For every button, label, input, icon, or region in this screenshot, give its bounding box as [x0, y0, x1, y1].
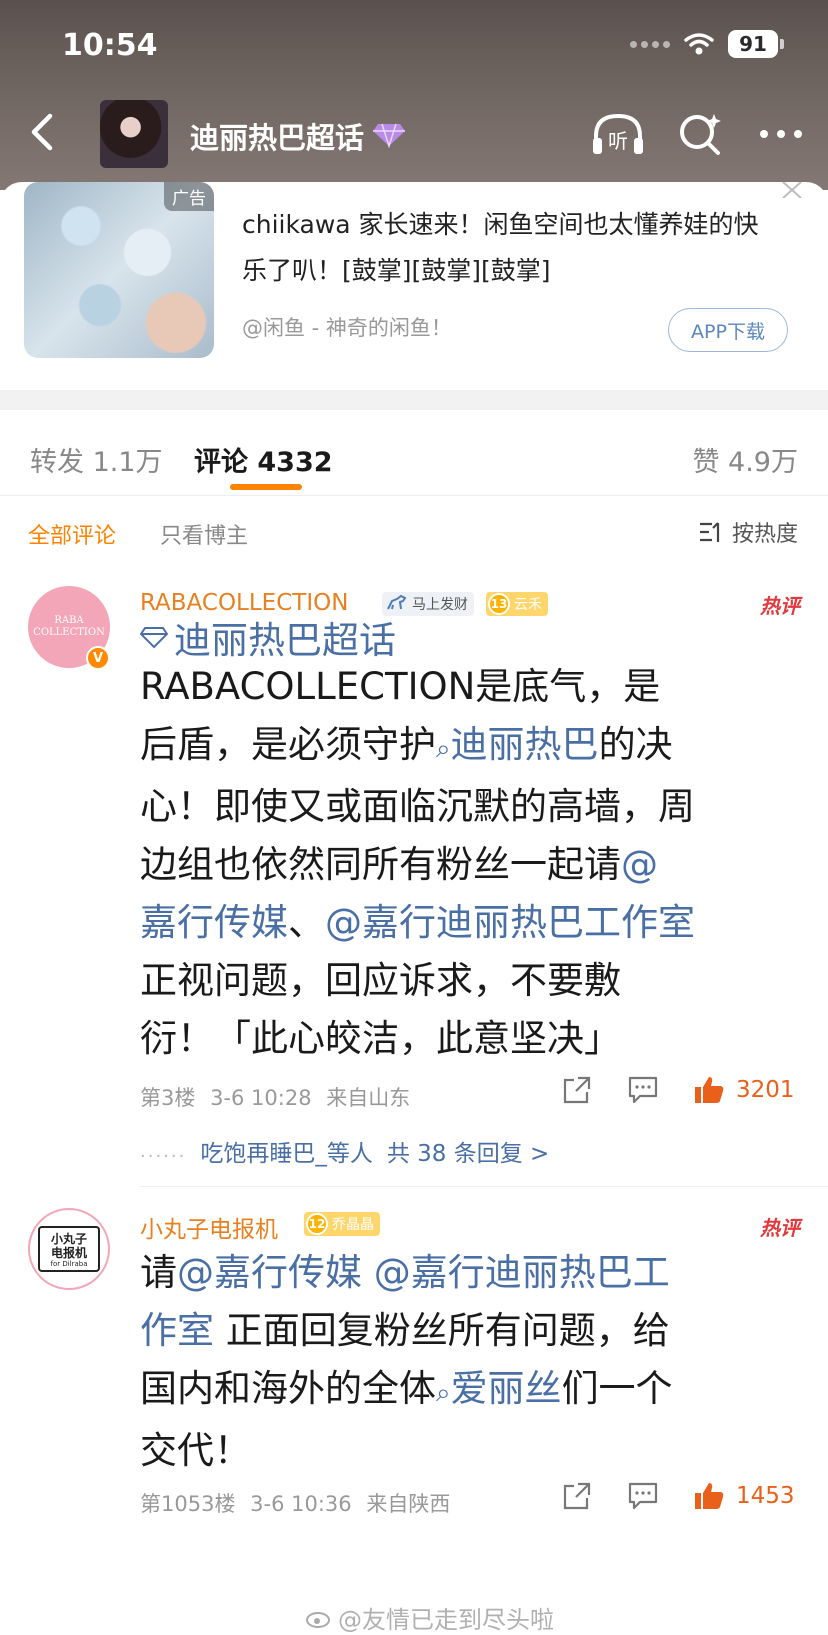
wifi-icon — [684, 33, 714, 55]
battery-indicator: 91 — [728, 30, 778, 58]
ad-card[interactable]: 广告 chiikawa 家长速来！闲鱼空间也太懂养娃的快乐了叭！[鼓掌][鼓掌]… — [0, 182, 828, 390]
top-header: 10:54 91 迪丽热巴超话 听 — [0, 0, 828, 190]
comment-divider — [140, 1186, 828, 1187]
share-icon[interactable] — [560, 1480, 594, 1512]
replies-summary[interactable]: ...... 吃饱再睡巴_等人 共 38 条回复 > — [140, 1134, 549, 1168]
verified-badge-icon: V — [86, 646, 110, 670]
sort-label: 按热度 — [731, 522, 798, 547]
listen-headphones-icon[interactable]: 听 — [590, 110, 646, 160]
weibo-logo-icon — [306, 1611, 330, 1628]
diamond-icon — [373, 123, 405, 148]
like-thumb-icon[interactable] — [692, 1480, 726, 1512]
hot-comment-tag: 热评 — [760, 594, 800, 618]
comment-body: 请@嘉行传媒 @嘉行迪丽热巴工 作室 正面回复粉丝所有问题，给 国内和海外的全体… — [140, 1251, 673, 1472]
mention-link[interactable]: 迪丽热巴 — [451, 723, 599, 766]
commenter-name[interactable]: 小丸子电报机 — [140, 1210, 278, 1244]
comment-body: RABACOLLECTION是底气，是 后盾，是必须守护⌕迪丽热巴的决 心！即使… — [140, 665, 695, 1060]
comment-meta: 第3楼 3-6 10:28 来自山东 — [140, 1086, 411, 1110]
comment-meta: 第1053楼 3-6 10:36 来自陕西 — [140, 1492, 451, 1516]
post-tabs: 转发 1.1万 评论 4332 赞 4.9万 — [0, 410, 828, 496]
weibo-watermark: @友情已走到尽头啦 — [306, 1600, 554, 1635]
comment-item: 小丸子 电报机 for Dilraba 小丸子电报机 12 乔晶晶 热评 请@嘉… — [0, 1190, 828, 1635]
mention-link[interactable]: @嘉行迪丽热巴工作室 — [325, 901, 695, 944]
diamond-outline-icon — [140, 627, 168, 649]
filter-all-comments[interactable]: 全部评论 — [28, 518, 116, 550]
ad-tag: 广告 — [164, 182, 214, 211]
level-number: 12 — [306, 1213, 328, 1235]
battery-tip — [780, 39, 784, 49]
supertopic-link[interactable]: 迪丽热巴超话 — [140, 610, 396, 664]
dots-decoration: ...... — [140, 1140, 187, 1162]
cellular-signal-icon — [630, 40, 670, 48]
section-divider — [0, 390, 828, 410]
app-download-button[interactable]: APP下载 — [668, 308, 788, 352]
search-link-icon: ⌕ — [436, 1378, 451, 1408]
comment-filter-bar: 全部评论 只看博主 按热度 — [0, 500, 828, 560]
hot-comment-tag: 热评 — [760, 1216, 800, 1240]
page-title: 迪丽热巴超话 — [190, 121, 365, 155]
back-arrow-icon[interactable] — [22, 108, 62, 156]
comment-actions: 3201 — [560, 1074, 795, 1106]
search-link-icon: ⌕ — [436, 734, 451, 764]
ad-text: chiikawa 家长速来！闲鱼空间也太懂养娃的快乐了叭！[鼓掌][鼓掌][鼓掌… — [242, 210, 759, 285]
commenter-avatar[interactable]: 小丸子 电报机 for Dilraba — [28, 1208, 110, 1290]
tab-comments[interactable]: 评论 4332 — [194, 440, 333, 479]
like-count: 3201 — [736, 1077, 795, 1103]
more-options-icon[interactable] — [756, 110, 806, 158]
status-time: 10:54 — [62, 28, 158, 63]
like-thumb-icon[interactable] — [692, 1074, 726, 1106]
share-icon[interactable] — [560, 1074, 594, 1106]
reply-comment-icon[interactable] — [626, 1074, 660, 1106]
mention-link[interactable]: @ — [621, 843, 658, 886]
topic-link[interactable]: 爱丽丝 — [451, 1367, 562, 1410]
search-sparkle-icon[interactable] — [676, 110, 724, 158]
comment-actions: 1453 — [560, 1480, 795, 1512]
comment-item: RABA COLLECTION V RABACOLLECTION 马上发财 13… — [0, 560, 828, 1190]
supertopic-avatar[interactable] — [100, 100, 168, 168]
filter-author-only[interactable]: 只看博主 — [160, 518, 248, 550]
level-badge[interactable]: 13 云禾 — [486, 592, 548, 616]
sort-by-hot-button[interactable]: 按热度 — [698, 516, 798, 548]
level-number: 13 — [488, 593, 510, 615]
level-badge[interactable]: 12 乔晶晶 — [304, 1212, 380, 1236]
status-icons: 91 — [630, 30, 784, 58]
sort-icon — [699, 522, 720, 542]
svg-text:听: 听 — [608, 129, 628, 153]
ad-source[interactable]: @闲鱼 - 神奇的闲鱼！ — [242, 312, 452, 342]
tab-reposts[interactable]: 转发 1.1万 — [30, 440, 163, 479]
active-tab-indicator — [230, 484, 302, 490]
mention-link[interactable]: 嘉行传媒 — [140, 901, 288, 944]
tab-likes[interactable]: 赞 4.9万 — [692, 440, 798, 479]
reply-comment-icon[interactable] — [626, 1480, 660, 1512]
ad-close-icon[interactable] — [780, 182, 804, 198]
mention-link[interactable]: 作室 — [140, 1309, 214, 1352]
ad-image[interactable]: 广告 — [24, 182, 214, 358]
mention-link[interactable]: @嘉行传媒 @嘉行迪丽热巴工 — [177, 1251, 670, 1294]
like-count: 1453 — [736, 1483, 795, 1509]
